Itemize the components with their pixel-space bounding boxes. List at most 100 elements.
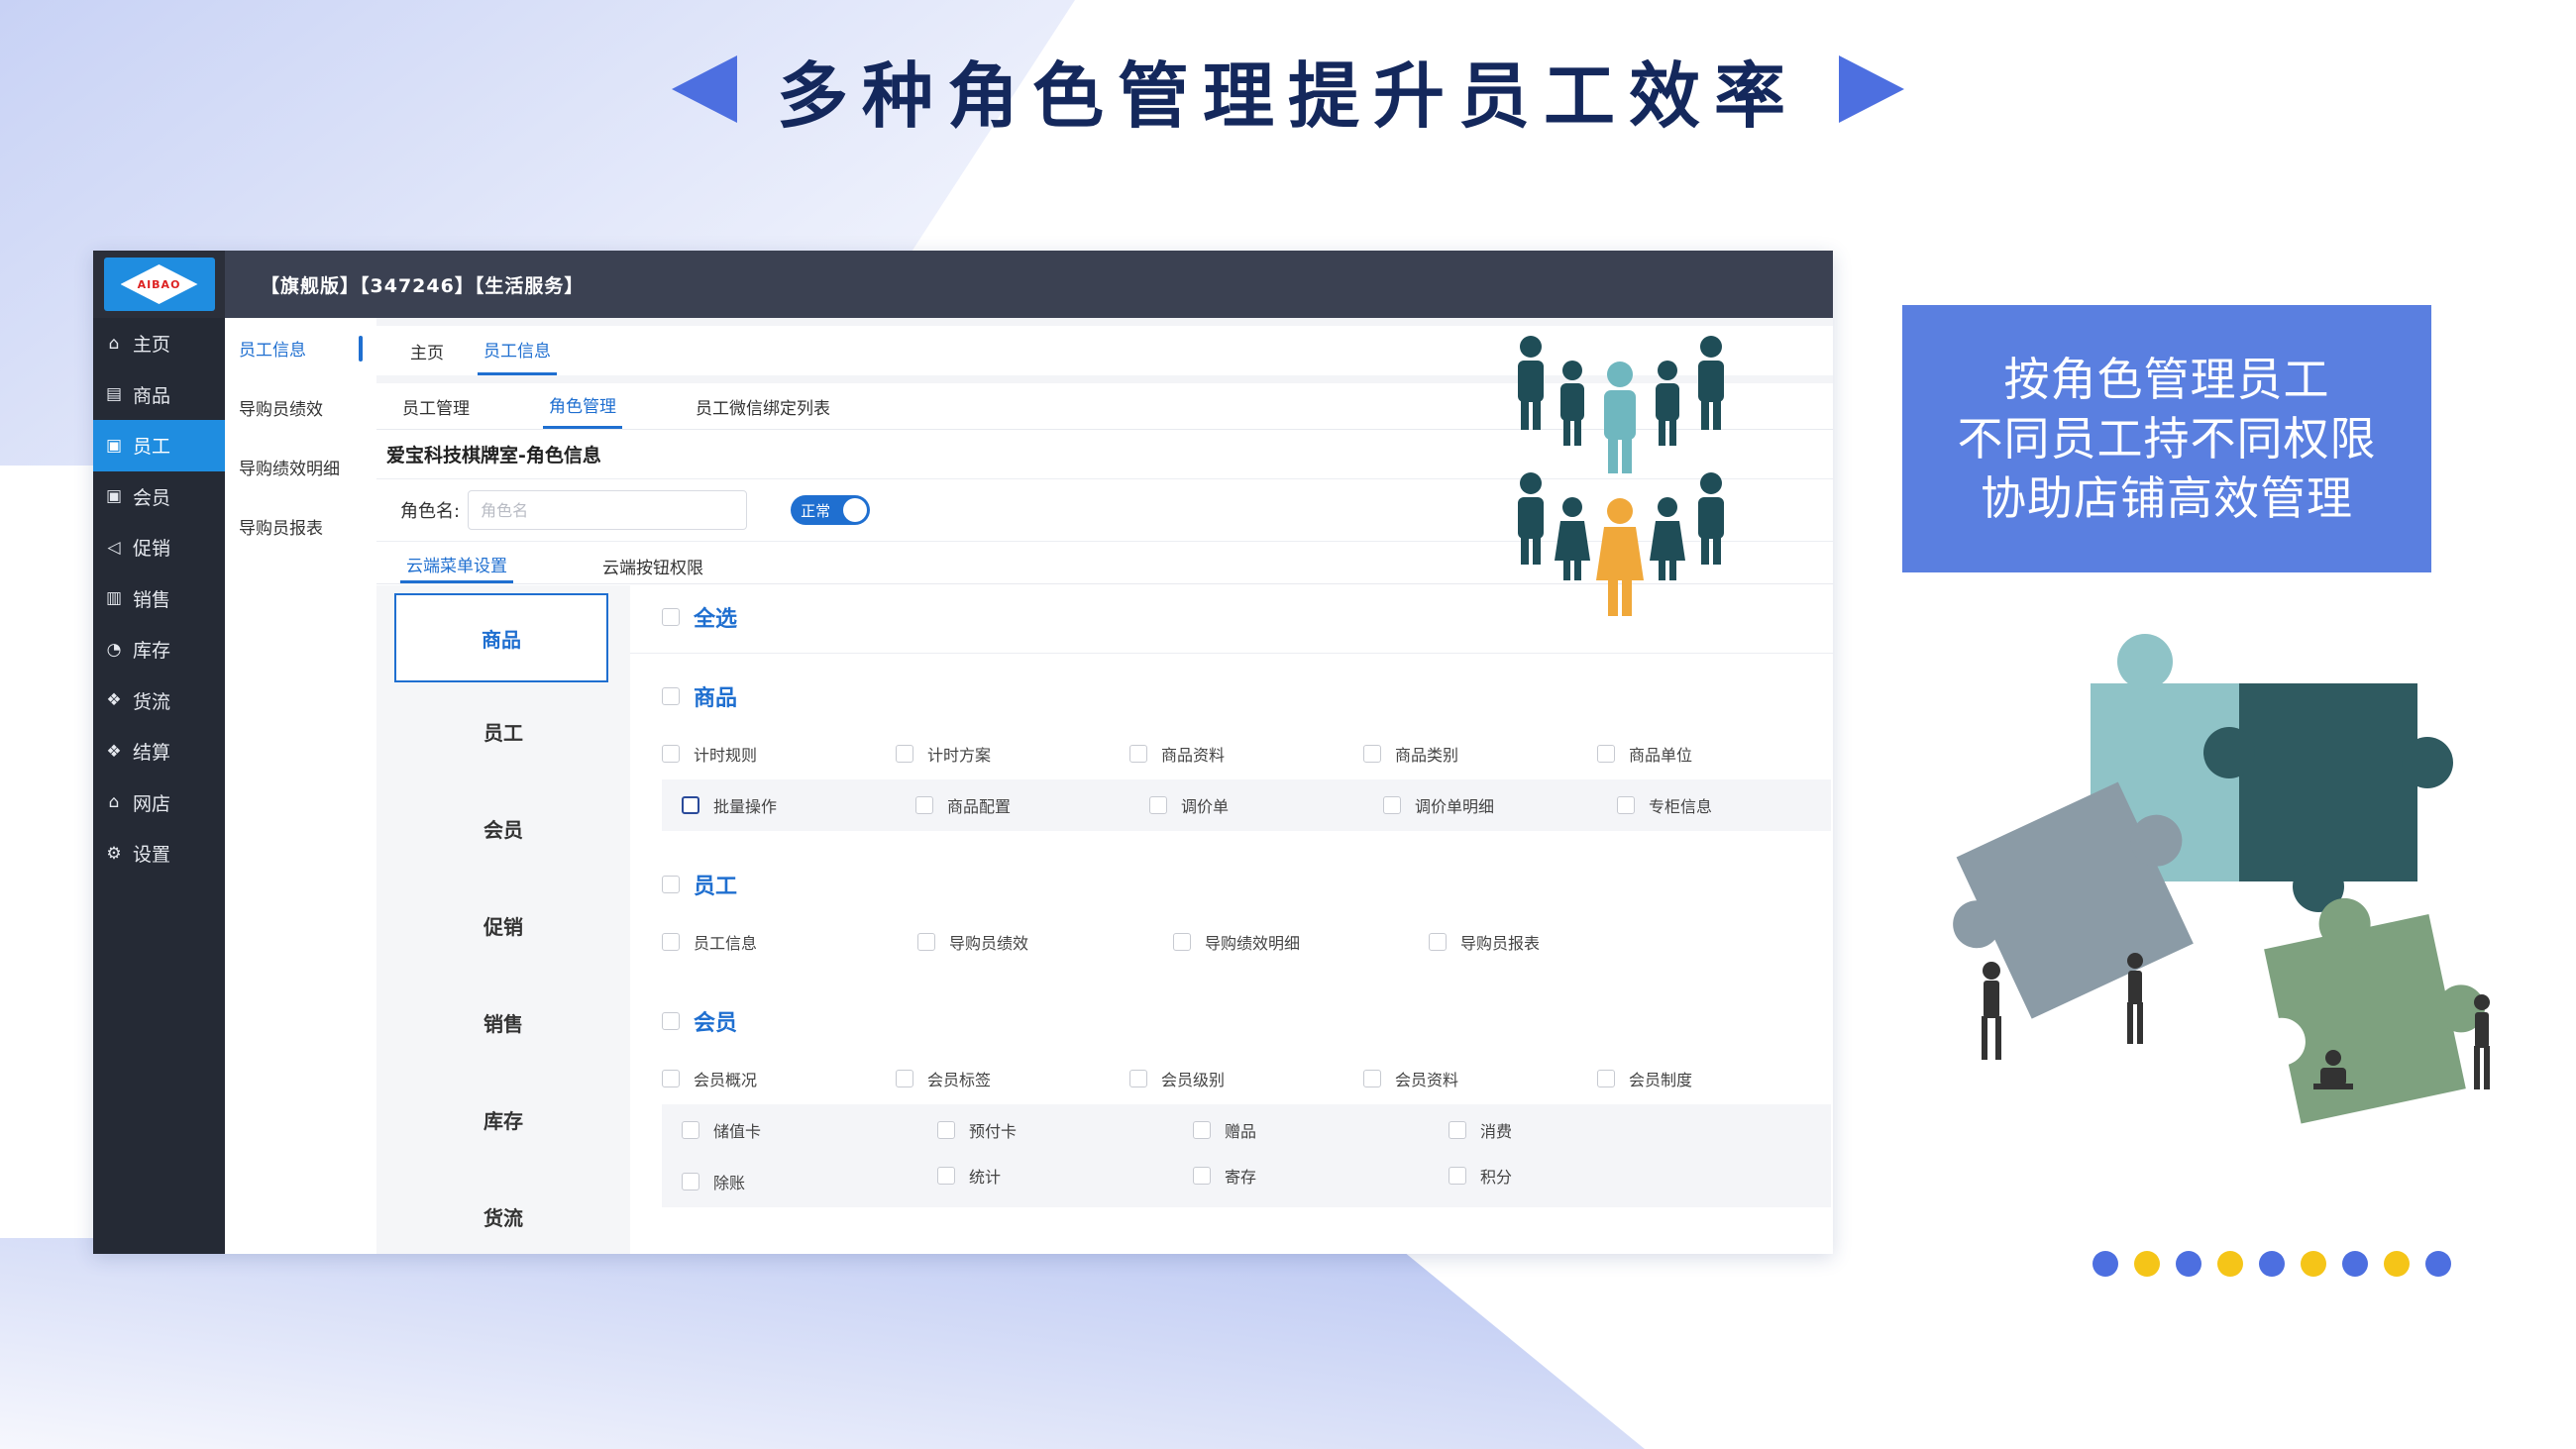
sidebar-item-goods[interactable]: ▤ 商品 [93,369,225,421]
sidebar-item-member[interactable]: ▣ 会员 [93,471,225,523]
subnav-performance-detail[interactable]: 导购绩效明细 [225,437,376,496]
module-logistics[interactable]: 货流 [376,1168,630,1254]
group-goods[interactable]: 商品 [662,680,737,712]
permission-checkbox[interactable] [917,933,935,951]
module-member[interactable]: 会员 [376,779,630,877]
team-people-illustration [1518,336,1724,616]
group-checkbox[interactable] [662,876,680,893]
permission-item[interactable]: 专柜信息 [1597,793,1831,817]
sidebar-item-staff[interactable]: ▣ 员工 [93,420,225,471]
permission-checkbox[interactable] [1597,1070,1615,1087]
permission-checkbox[interactable] [1193,1121,1211,1139]
permission-checkbox[interactable] [1363,1070,1381,1087]
permission-checkbox[interactable] [1363,745,1381,763]
group-staff[interactable]: 员工 [662,869,737,900]
permission-item[interactable]: 员工信息 [662,930,917,954]
module-stock[interactable]: 库存 [376,1071,630,1168]
permission-item[interactable]: 调价单明细 [1363,793,1597,817]
permission-item[interactable]: 导购员绩效 [917,930,1173,954]
sidebar-item-settle[interactable]: ❖ 结算 [93,726,225,777]
permission-checkbox[interactable] [1129,1070,1147,1087]
sidebar-item-shop[interactable]: ⌂ 网店 [93,777,225,829]
sidebar-item-promo[interactable]: ◁ 促销 [93,522,225,573]
person-icon [1698,472,1724,565]
permission-item[interactable]: 商品类别 [1363,742,1597,766]
tab-cloud-button[interactable]: 云端按钮权限 [596,548,709,583]
permission-checkbox[interactable] [1383,796,1401,814]
tab-staff-management[interactable]: 员工管理 [396,383,476,429]
role-name-input[interactable] [468,490,748,530]
permission-checkbox[interactable] [937,1121,955,1139]
sidebar-item-label: 商品 [133,384,171,407]
permission-item[interactable]: 调价单 [1129,793,1363,817]
permission-checkbox[interactable] [662,745,680,763]
tab-cloud-menu[interactable]: 云端菜单设置 [400,548,513,583]
permission-row: 批量操作 商品配置 调价单 调价单明细 专柜信息 [662,779,1831,831]
subnav-staff-info[interactable]: 员工信息 [225,318,376,377]
permission-item[interactable]: 商品配置 [896,793,1129,817]
permission-item[interactable]: 会员标签 [896,1067,1129,1090]
tab-home[interactable]: 主页 [404,326,450,375]
permission-checkbox[interactable] [896,1070,913,1087]
permission-item[interactable]: 商品单位 [1597,742,1831,766]
home-icon: ⌂ [108,333,120,354]
status-toggle[interactable]: 正常 [791,495,871,525]
select-all-checkbox[interactable] [662,608,680,626]
permission-item[interactable]: 除账 [662,1156,917,1207]
sidebar-item-sales[interactable]: ▥ 销售 [93,573,225,625]
permission-item[interactable]: 统计 [917,1156,1173,1195]
module-staff[interactable]: 员工 [376,682,630,779]
permission-item[interactable]: 储值卡 [662,1104,917,1156]
permission-checkbox[interactable] [682,1121,699,1139]
tab-role-management[interactable]: 角色管理 [543,383,622,429]
permission-checkbox[interactable] [1597,745,1615,763]
permission-checkbox[interactable] [1173,933,1191,951]
permission-item[interactable]: 导购员报表 [1429,930,1684,954]
permission-checkbox[interactable] [937,1167,955,1185]
permission-checkbox[interactable] [1449,1167,1466,1185]
permission-item[interactable]: 批量操作 [662,793,896,817]
permission-item[interactable]: 导购绩效明细 [1173,930,1429,954]
permission-item[interactable]: 会员资料 [1363,1067,1597,1090]
permission-item[interactable]: 寄存 [1173,1156,1429,1195]
subnav-guide-report[interactable]: 导购员报表 [225,496,376,556]
permission-checkbox[interactable] [1429,933,1447,951]
module-promo[interactable]: 促销 [376,877,630,974]
permission-label: 寄存 [1225,1168,1257,1187]
feature-line: 协助店铺高效管理 [1981,471,2353,525]
tab-staff-info[interactable]: 员工信息 [478,326,557,375]
permission-checkbox[interactable] [915,796,933,814]
permission-checkbox[interactable] [682,796,699,814]
tab-wechat-binding[interactable]: 员工微信绑定列表 [690,383,836,429]
permission-item[interactable]: 计时规则 [662,742,896,766]
permission-checkbox[interactable] [1193,1167,1211,1185]
permission-item[interactable]: 计时方案 [896,742,1129,766]
permission-checkbox[interactable] [682,1173,699,1190]
permission-item[interactable]: 会员制度 [1597,1067,1831,1090]
permission-checkbox[interactable] [1617,796,1635,814]
group-checkbox[interactable] [662,687,680,705]
permission-item[interactable]: 积分 [1429,1156,1684,1195]
permission-checkbox[interactable] [1129,745,1147,763]
module-sales[interactable]: 销售 [376,974,630,1071]
sidebar-item-settings[interactable]: ⚙ 设置 [93,828,225,880]
permission-checkbox[interactable] [896,745,913,763]
subnav-guide-performance[interactable]: 导购员绩效 [225,377,376,437]
select-all[interactable]: 全选 [662,601,737,633]
permission-checkbox[interactable] [662,933,680,951]
permission-checkbox[interactable] [1449,1121,1466,1139]
module-goods[interactable]: 商品 [394,593,608,682]
group-member[interactable]: 会员 [662,1005,737,1037]
group-checkbox[interactable] [662,1012,680,1030]
sidebar-item-home[interactable]: ⌂ 主页 [93,318,225,369]
sidebar-item-stock[interactable]: ◔ 库存 [93,624,225,675]
permission-item[interactable]: 会员级别 [1129,1067,1363,1090]
permission-item[interactable]: 消费 [1429,1104,1684,1156]
permission-item[interactable]: 商品资料 [1129,742,1363,766]
permission-item[interactable]: 会员概况 [662,1067,896,1090]
sidebar-item-logistics[interactable]: ❖ 货流 [93,675,225,727]
permission-item[interactable]: 赠品 [1173,1104,1429,1156]
permission-item[interactable]: 预付卡 [917,1104,1173,1156]
permission-checkbox[interactable] [1149,796,1167,814]
permission-checkbox[interactable] [662,1070,680,1087]
